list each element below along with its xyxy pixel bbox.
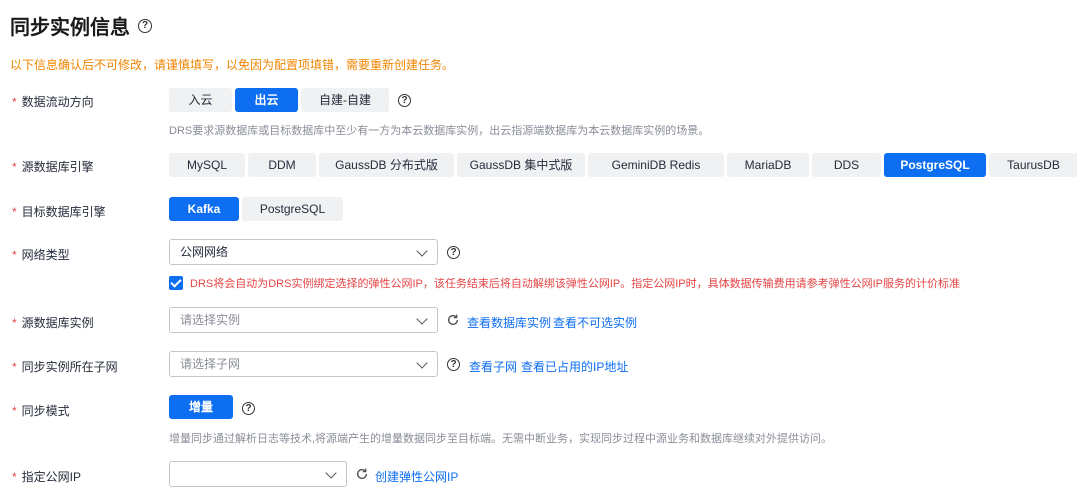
source-engine-ddm[interactable]: DDM	[248, 153, 316, 177]
source-instance-placeholder: 请选择实例	[180, 313, 241, 327]
help-icon[interactable]: ?	[138, 18, 152, 33]
eip-checkbox-row: DRS将会自动为DRS实例绑定选择的弹性公网IP，该任务结束后将自动解绑该弹性公…	[169, 275, 960, 291]
notice-text: 以下信息确认后不可修改，请谨慎填写，以免因为配置项填错，需要重新创建任务。	[10, 58, 455, 72]
source-engine-gaussdb-centralized[interactable]: GaussDB 集中式版	[457, 153, 585, 177]
flow-direction-label: * 数据流动方向	[12, 95, 94, 109]
sync-mode-hint: 增量同步通过解析日志等技术,将源端产生的增量数据同步至目标端。无需中断业务，实现…	[169, 433, 833, 445]
subnet-placeholder: 请选择子网	[180, 357, 241, 371]
refresh-icon[interactable]	[355, 467, 369, 481]
eip-checkbox[interactable]	[169, 276, 183, 290]
network-type-label: * 网络类型	[12, 248, 70, 262]
source-instance-label: * 源数据库实例	[12, 316, 94, 330]
subnet-help-icon[interactable]: ?	[447, 358, 460, 371]
flow-direction-option-selfbuilt[interactable]: 自建-自建	[301, 88, 389, 112]
source-engine-mariadb[interactable]: MariaDB	[727, 153, 809, 177]
source-engine-dds[interactable]: DDS	[812, 153, 881, 177]
target-engine-label: * 目标数据库引擎	[12, 205, 106, 219]
refresh-icon[interactable]	[446, 313, 460, 327]
source-engine-geminidb-redis[interactable]: GeminiDB Redis	[588, 153, 724, 177]
view-subnet-link[interactable]: 查看子网	[469, 358, 517, 375]
chevron-down-icon	[416, 313, 428, 325]
source-engine-taurusdb[interactable]: TaurusDB	[989, 153, 1077, 177]
eip-checkbox-text: DRS将会自动为DRS实例绑定选择的弹性公网IP，该任务结束后将自动解绑该弹性公…	[190, 278, 961, 290]
create-eip-link[interactable]: 创建弹性公网IP	[375, 468, 458, 485]
sync-mode-help-icon[interactable]: ?	[242, 402, 255, 415]
source-engine-mysql[interactable]: MySQL	[169, 153, 245, 177]
public-ip-label: * 指定公网IP	[12, 470, 82, 484]
chevron-down-icon	[325, 467, 337, 479]
flow-direction-hint: DRS要求源数据库或目标数据库中至少有一方为本云数据库实例，出云指源端数据库为本…	[169, 125, 710, 137]
sync-mode-group: 增量	[169, 395, 233, 419]
flow-direction-option-out[interactable]: 出云	[235, 88, 298, 112]
flow-direction-help-icon[interactable]: ?	[398, 94, 411, 107]
target-engine-postgresql[interactable]: PostgreSQL	[242, 197, 343, 221]
view-used-ip-link[interactable]: 查看已占用的IP地址	[521, 358, 628, 375]
public-ip-select[interactable]	[169, 461, 347, 487]
source-engine-label: * 源数据库引擎	[12, 160, 94, 174]
target-engine-kafka[interactable]: Kafka	[169, 197, 239, 221]
view-unselectable-instances-link[interactable]: 查看不可选实例	[553, 314, 637, 331]
chevron-down-icon	[416, 245, 428, 257]
network-type-select[interactable]: 公网网络	[169, 239, 438, 265]
source-engine-group: MySQL DDM GaussDB 分布式版 GaussDB 集中式版 Gemi…	[169, 153, 1077, 177]
flow-direction-group: 入云 出云 自建-自建	[169, 88, 389, 112]
chevron-down-icon	[416, 357, 428, 369]
sync-mode-incremental[interactable]: 增量	[169, 395, 233, 419]
view-db-instances-link[interactable]: 查看数据库实例	[467, 314, 551, 331]
network-type-value: 公网网络	[180, 245, 229, 259]
page-title-row: 同步实例信息 ?	[10, 11, 152, 40]
source-engine-gaussdb-distributed[interactable]: GaussDB 分布式版	[319, 153, 454, 177]
network-type-help-icon[interactable]: ?	[447, 246, 460, 259]
subnet-label: * 同步实例所在子网	[12, 360, 118, 374]
target-engine-group: Kafka PostgreSQL	[169, 197, 343, 221]
source-instance-select[interactable]: 请选择实例	[169, 307, 438, 333]
page-title: 同步实例信息	[10, 17, 130, 39]
source-engine-postgresql[interactable]: PostgreSQL	[884, 153, 986, 177]
flow-direction-option-in[interactable]: 入云	[169, 88, 232, 112]
subnet-select[interactable]: 请选择子网	[169, 351, 438, 377]
sync-mode-label: * 同步模式	[12, 404, 70, 418]
